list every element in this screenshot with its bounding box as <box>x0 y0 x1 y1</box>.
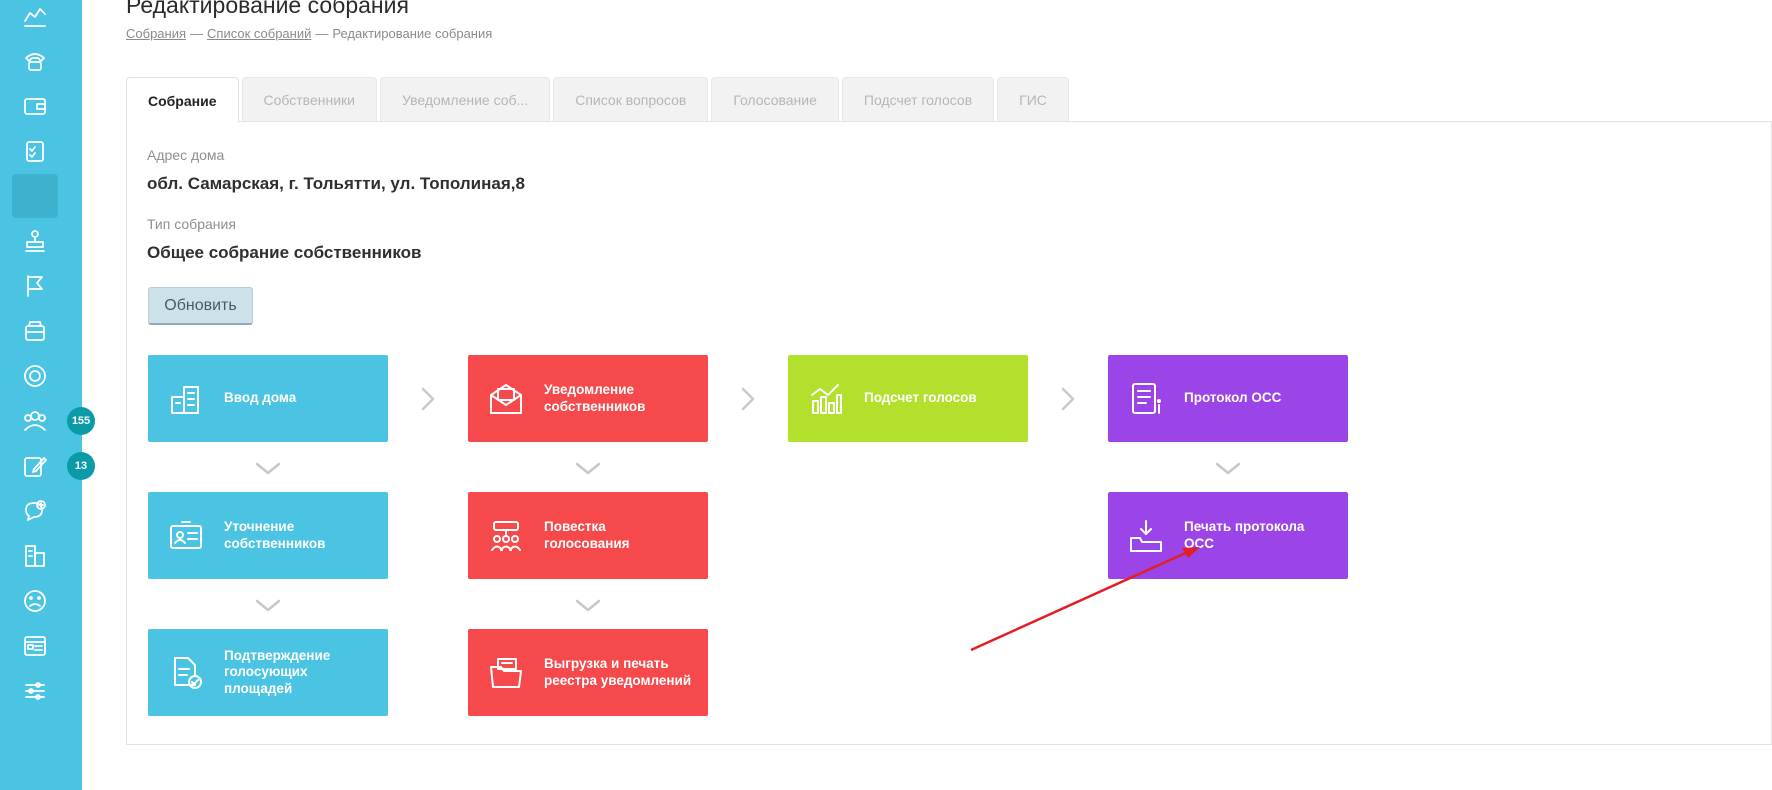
address-value: обл. Самарская, г. Тольятти, ул. Тополин… <box>147 174 525 193</box>
coin-icon <box>24 365 46 387</box>
download-tray-icon <box>1130 519 1162 552</box>
checklist-icon <box>26 141 44 162</box>
folder-print-icon <box>490 657 522 688</box>
sidebar-item-calls[interactable] <box>12 39 58 83</box>
tile-voting-agenda-label: Повестка голосования <box>544 519 630 551</box>
sidebar-item-billing[interactable] <box>12 354 58 398</box>
meeting-type-label: Тип собрания <box>147 216 236 232</box>
flag-icon <box>27 275 43 297</box>
tile-owners-notify[interactable]: Уведомление собственников <box>468 355 708 442</box>
id-card-icon <box>170 520 202 549</box>
buildings-icon <box>25 545 45 567</box>
tile-registry-export-label: Выгрузка и печать реестра уведомлений <box>544 656 692 688</box>
chevron-right-icon <box>419 386 437 417</box>
document-check-icon <box>174 656 202 689</box>
tile-vote-count-label: Подсчет голосов <box>864 390 977 406</box>
requests-count-badge: 13 <box>67 452 95 480</box>
sidebar-item-stamp[interactable] <box>12 219 58 263</box>
meeting-agenda-icon <box>491 520 521 551</box>
tab-gis[interactable]: ГИС <box>997 77 1069 122</box>
wallet-icon <box>24 98 46 115</box>
chart-icon <box>24 8 46 27</box>
tile-owners-clarify[interactable]: Уточнение собственников <box>148 492 388 579</box>
bar-chart-icon <box>811 383 842 414</box>
tile-voting-agenda[interactable]: Повестка голосования <box>468 492 708 579</box>
protocol-document-icon <box>1132 382 1161 414</box>
tile-vote-count[interactable]: Подсчет голосов <box>788 355 1028 442</box>
address-label: Адрес дома <box>147 147 225 163</box>
breadcrumb: Собрания — Список собраний — Редактирование … <box>126 26 492 41</box>
sidebar-item-chat[interactable] <box>12 489 58 533</box>
tile-protocol-print[interactable]: Печать протокола ОСС <box>1108 492 1348 579</box>
tile-protocol-label: Протокол ОСС <box>1184 390 1282 406</box>
sidebar-item-archive[interactable] <box>12 309 58 353</box>
chevron-right-icon <box>1059 386 1077 417</box>
building-icon <box>171 385 199 414</box>
tile-registry-export[interactable]: Выгрузка и печать реестра уведомлений <box>468 629 708 716</box>
sidebar-item-residents[interactable] <box>12 399 58 443</box>
chat-add-icon <box>25 500 46 521</box>
chevron-down-icon <box>574 597 602 618</box>
tab-vote-count[interactable]: Подсчет голосов <box>841 77 995 122</box>
breadcrumb-current: Редактирование собрания <box>332 26 493 41</box>
tile-house-input-label: Ввод дома <box>224 390 297 406</box>
breadcrumb-meetings-list-link[interactable]: Список собраний <box>207 26 311 41</box>
sidebar <box>0 0 82 790</box>
chevron-down-icon <box>254 460 282 481</box>
sidebar-item-flag[interactable] <box>12 264 58 308</box>
tile-owners-notify-label: Уведомление собственников <box>544 382 646 414</box>
chevron-down-icon <box>574 460 602 481</box>
dashboard-icon <box>24 636 46 656</box>
tile-house-input[interactable]: Ввод дома <box>148 355 388 442</box>
sidebar-item-analytics[interactable] <box>12 0 58 38</box>
sidebar-item-complaints[interactable] <box>12 579 58 623</box>
sidebar-item-tasks[interactable] <box>12 129 58 173</box>
tab-owners[interactable]: Собственники <box>241 77 377 122</box>
breadcrumb-separator: — <box>190 26 204 41</box>
breadcrumb-meetings-link[interactable]: Собрания <box>126 26 186 41</box>
tab-notification[interactable]: Уведомление соб... <box>379 77 551 122</box>
sidebar-item-settings[interactable] <box>12 669 58 713</box>
tile-protocol-print-label: Печать протокола ОСС <box>1184 519 1305 551</box>
residents-count-badge: 155 <box>67 407 95 435</box>
tile-owners-clarify-label: Уточнение собственников <box>224 519 326 551</box>
tile-protocol[interactable]: Протокол ОСС <box>1108 355 1348 442</box>
sliders-icon <box>25 682 45 700</box>
people-icon <box>24 411 46 431</box>
archive-icon <box>25 321 45 341</box>
sidebar-item-active[interactable] <box>12 174 58 218</box>
sad-face-icon <box>24 590 46 612</box>
tab-meeting[interactable]: Собрание <box>126 77 239 123</box>
sidebar-item-requests[interactable] <box>12 444 58 488</box>
sidebar-item-buildings[interactable] <box>12 534 58 578</box>
tab-bar: Собрание Собственники Уведомление соб...… <box>126 77 1072 123</box>
stamp-icon <box>25 230 45 252</box>
chevron-down-icon <box>1214 460 1242 481</box>
update-button[interactable]: Обновить <box>148 287 253 325</box>
chevron-down-icon <box>254 597 282 618</box>
sidebar-item-dashboard[interactable] <box>12 624 58 668</box>
page-title: Редактирование собрания <box>126 0 409 18</box>
chevron-right-icon <box>739 386 757 417</box>
envelope-open-icon <box>490 383 522 414</box>
tab-questions[interactable]: Список вопросов <box>553 77 709 122</box>
edit-icon <box>24 457 47 477</box>
meeting-type-value: Общее собрание собственников <box>147 243 422 262</box>
tile-voting-area-confirm-label: Подтверждение голосующих площадей <box>224 648 331 696</box>
sidebar-item-payments[interactable] <box>12 84 58 128</box>
tile-voting-area-confirm[interactable]: Подтверждение голосующих площадей <box>148 629 388 716</box>
breadcrumb-separator: — <box>315 26 329 41</box>
phone-icon <box>25 53 45 71</box>
tab-voting[interactable]: Голосование <box>711 77 839 122</box>
